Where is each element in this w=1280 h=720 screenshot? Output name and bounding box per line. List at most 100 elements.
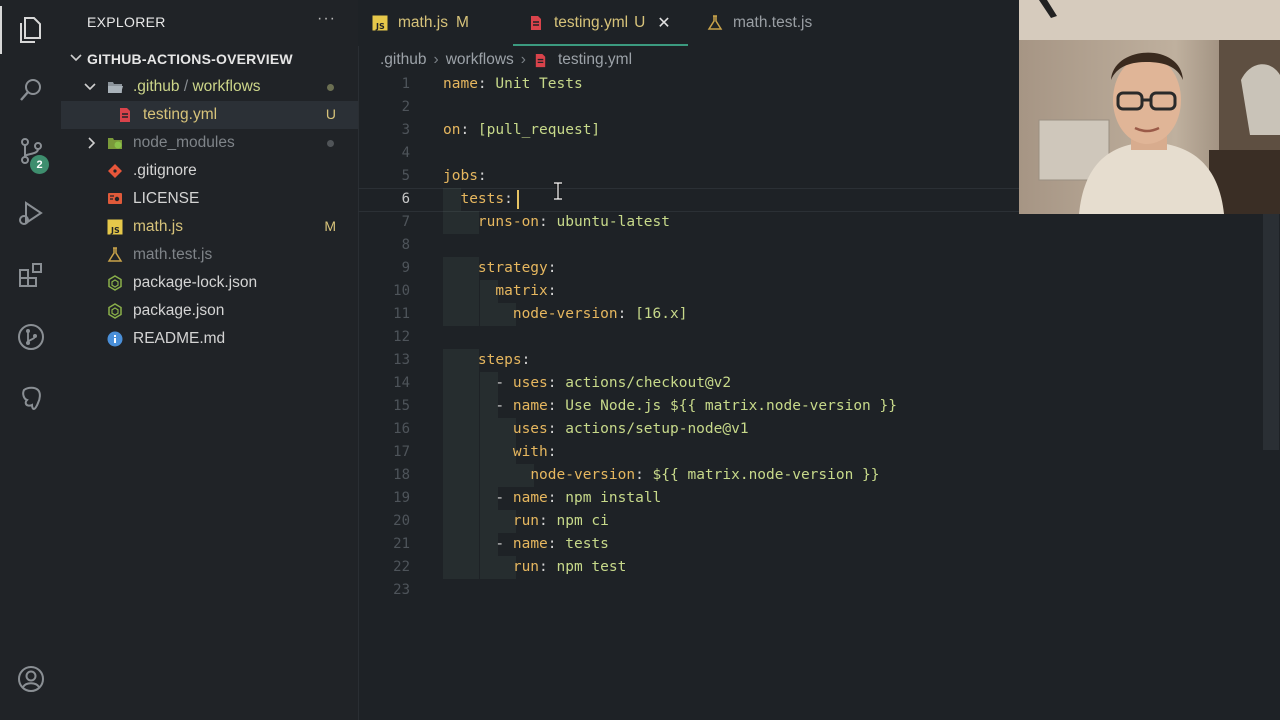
tab-math-test-js[interactable]: math.test.js [707, 0, 812, 46]
svg-text:JS: JS [375, 22, 385, 31]
project-name: GITHUB-ACTIONS-OVERVIEW [87, 51, 293, 67]
tab-math-js[interactable]: JS math.js M [372, 0, 469, 46]
line-number: 6 [401, 191, 410, 207]
status-modified: M [324, 218, 336, 234]
explorer-sidebar: EXPLORER ··· GITHUB-ACTIONS-OVERVIEW .gi… [61, 0, 359, 720]
line-number: 5 [401, 168, 410, 184]
line-number: 2 [401, 99, 410, 115]
yml-file-icon [120, 108, 130, 122]
tree-folder-github-workflows[interactable]: .github / workflows [61, 73, 358, 101]
presenter-video [1019, 0, 1280, 214]
folder-name: node_modules [133, 134, 235, 151]
code-line[interactable]: node-version: [16.x] [443, 303, 688, 326]
yml-file-icon [531, 16, 541, 30]
line-number: 16 [393, 421, 410, 437]
code-line[interactable]: - name: tests [443, 533, 609, 556]
account-icon[interactable] [14, 662, 48, 696]
line-number: 11 [393, 306, 410, 322]
code-line[interactable]: name: Unit Tests [443, 73, 583, 96]
code-line[interactable]: runs-on: ubuntu-latest [443, 211, 670, 234]
code-line[interactable]: with: [443, 441, 557, 464]
code-line[interactable]: - name: Use Node.js ${{ matrix.node-vers… [443, 395, 897, 418]
chevron-right-icon [88, 137, 96, 149]
line-number: 13 [393, 352, 410, 368]
extensions-icon[interactable] [14, 258, 48, 292]
more-actions-icon[interactable]: ··· [317, 10, 336, 28]
code-line[interactable]: - name: npm install [443, 487, 661, 510]
status-untracked: U [325, 106, 336, 122]
tab-label: math.js [398, 14, 448, 31]
line-number: 10 [393, 283, 410, 299]
code-line[interactable]: on: [pull_request] [443, 119, 600, 142]
search-icon[interactable] [14, 73, 48, 107]
breadcrumb-item[interactable]: testing.yml [558, 51, 632, 69]
code-line[interactable]: jobs: [443, 165, 487, 188]
active-tab-indicator [513, 44, 688, 46]
chevron-right-icon: › [520, 51, 526, 68]
test-file-icon [707, 15, 723, 30]
chevron-down-icon [84, 83, 96, 91]
postgres-icon[interactable] [14, 382, 48, 416]
tree-folder-node-modules[interactable]: node_modules [61, 129, 358, 157]
code-line[interactable]: uses: actions/setup-node@v1 [443, 418, 749, 441]
info-icon [107, 331, 123, 347]
scrollbar[interactable] [1263, 214, 1279, 450]
line-number: 17 [393, 444, 410, 460]
tree-file-math-test-js[interactable]: math.test.js [61, 241, 358, 269]
code-line[interactable]: run: npm test [443, 556, 627, 579]
code-line[interactable]: node-version: ${{ matrix.node-version }} [443, 464, 879, 487]
line-number: 8 [401, 237, 410, 253]
code-line[interactable]: tests: [443, 188, 512, 211]
tab-testing-yml[interactable]: testing.yml U ✕ [528, 0, 671, 46]
scm-badge: 2 [30, 155, 49, 174]
mouse-ibeam-icon [554, 182, 562, 200]
webcam-overlay [1019, 0, 1280, 214]
line-number: 15 [393, 398, 410, 414]
tab-status: U [634, 14, 646, 31]
yml-file-icon [535, 53, 546, 67]
text-cursor [517, 190, 519, 209]
line-number: 12 [393, 329, 410, 345]
git-graph-icon[interactable] [14, 320, 48, 354]
project-section-header[interactable]: GITHUB-ACTIONS-OVERVIEW [61, 46, 358, 72]
folder-open-icon [108, 82, 123, 93]
tree-file-package-json[interactable]: package.json [61, 297, 358, 325]
ignored-dot [327, 140, 334, 147]
tree-file-math-js[interactable]: JS math.js M [61, 213, 358, 241]
code-line[interactable]: run: npm ci [443, 510, 609, 533]
tree-file-gitignore[interactable]: .gitignore [61, 157, 358, 185]
js-file-icon: JS [107, 219, 123, 235]
line-number: 3 [401, 122, 410, 138]
file-name: package-lock.json [133, 274, 258, 291]
tree-file-readme[interactable]: README.md [61, 325, 358, 353]
tab-label: testing.yml [554, 14, 629, 31]
file-name: package.json [133, 302, 225, 319]
run-debug-icon[interactable] [14, 196, 48, 230]
chevron-right-icon: › [433, 51, 439, 68]
tree-file-license[interactable]: LICENSE [61, 185, 358, 213]
folder-name: .github [133, 78, 180, 95]
files-icon[interactable] [14, 13, 48, 47]
line-number: 9 [401, 260, 410, 276]
close-icon[interactable]: ✕ [657, 13, 670, 33]
breadcrumb-item[interactable]: .github [380, 51, 427, 69]
code-line[interactable]: matrix: [443, 280, 556, 303]
modified-dot [327, 84, 334, 91]
line-number: 14 [393, 375, 410, 391]
line-number: 4 [401, 145, 410, 161]
node-folder-icon [108, 138, 122, 149]
tab-label: math.test.js [733, 14, 813, 31]
tree-file-package-lock-json[interactable]: package-lock.json [61, 269, 358, 297]
code-line[interactable]: steps: [443, 349, 530, 372]
code-line[interactable]: - uses: actions/checkout@v2 [443, 372, 731, 395]
test-file-icon [107, 247, 123, 262]
svg-text:JS: JS [110, 226, 120, 235]
file-name: LICENSE [133, 190, 200, 207]
git-file-icon [108, 164, 122, 178]
chevron-down-icon [70, 54, 82, 62]
active-indicator [0, 6, 2, 54]
breadcrumb-item[interactable]: workflows [446, 51, 514, 69]
code-line[interactable]: strategy: [443, 257, 557, 280]
tree-file-testing-yml[interactable]: testing.yml U [61, 101, 358, 129]
explorer-title: EXPLORER [87, 14, 166, 30]
